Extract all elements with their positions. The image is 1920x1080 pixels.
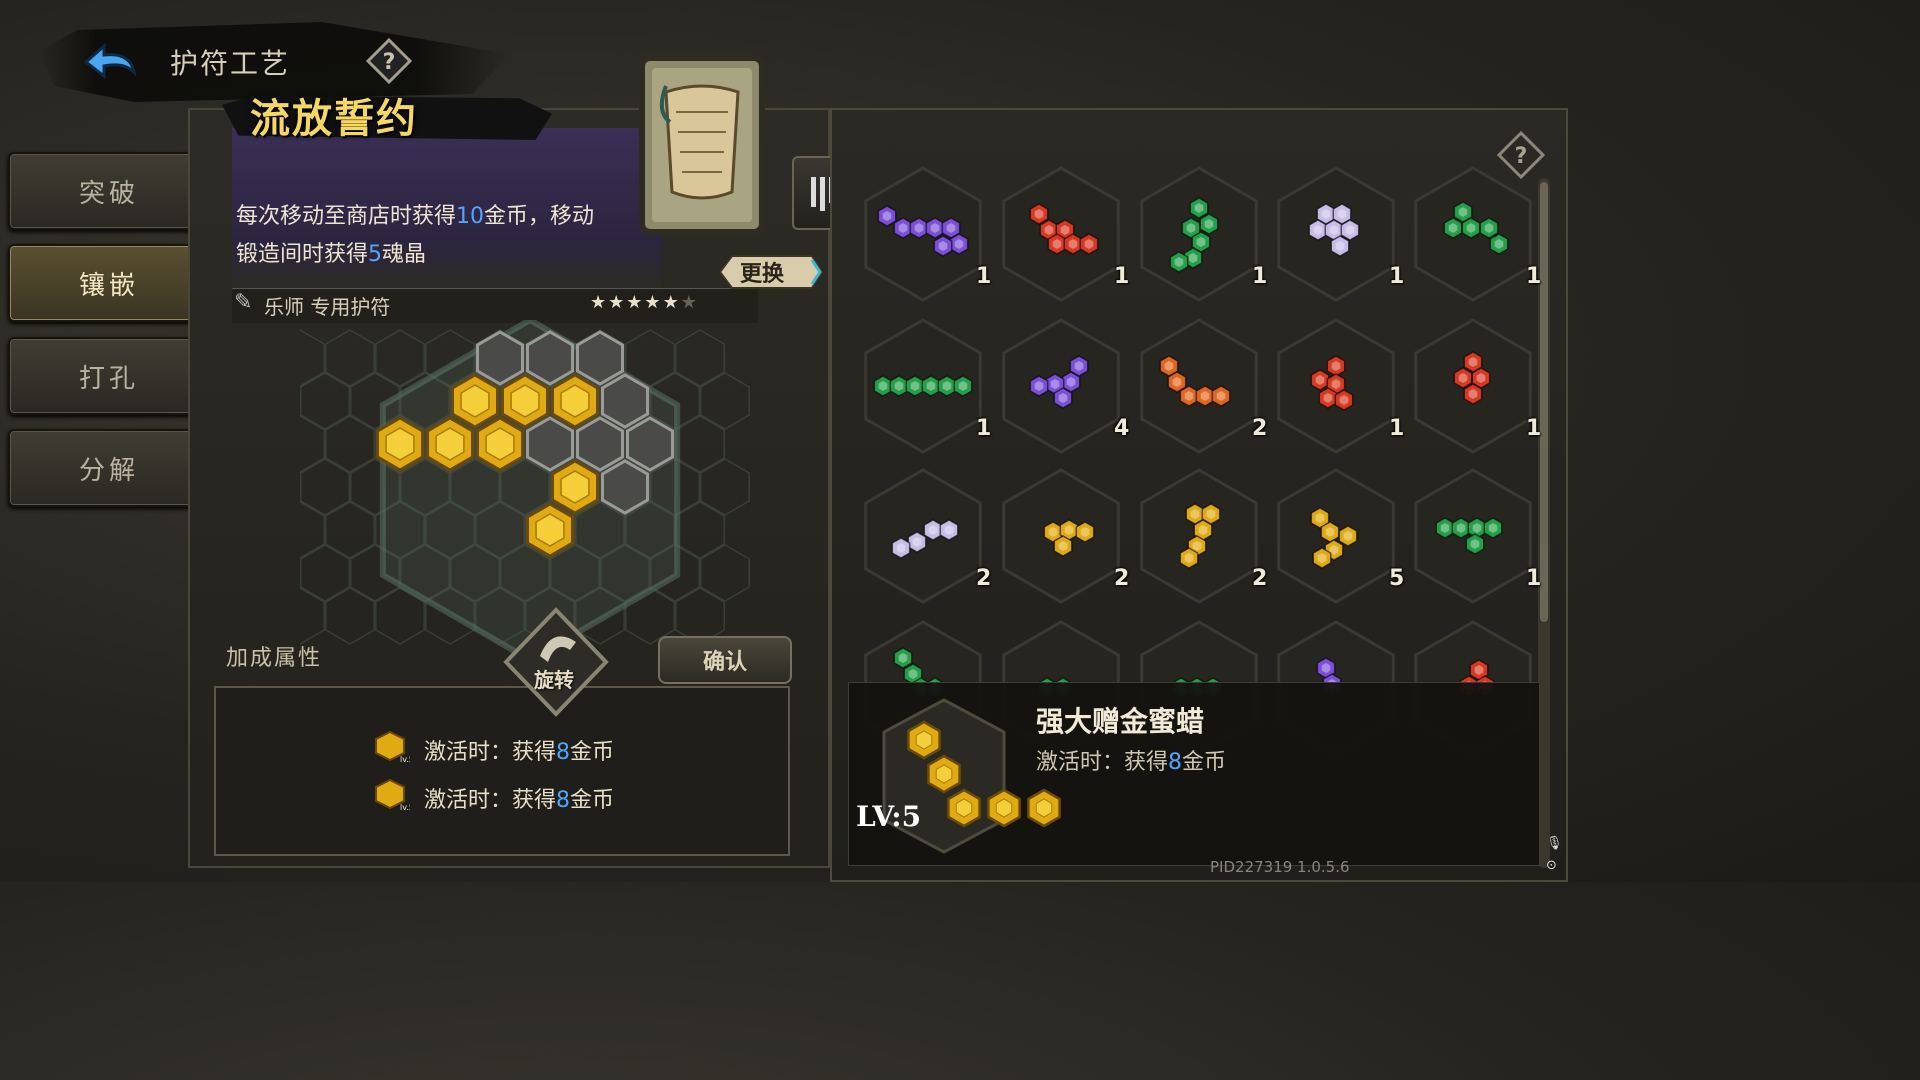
gem-slot[interactable]: 2: [996, 462, 1130, 610]
location-icon[interactable]: ⊙: [1546, 858, 1562, 876]
tooltip-gold-gem-core: [915, 730, 933, 750]
board-empty-slot: [576, 330, 624, 386]
tooltip-gem-desc: 激活时：获得8金币: [1036, 750, 1227, 775]
board-gold-gem-core: [510, 384, 540, 418]
gem-count: 1: [1389, 416, 1405, 441]
bonus-title: 加成属性: [226, 646, 323, 671]
gold-gem-icon: lv.5: [375, 730, 414, 764]
board-gold-gem-core: [435, 427, 465, 461]
board-empty-slot: [476, 330, 524, 386]
gem-count: 1: [1389, 264, 1405, 289]
microphone-icon[interactable]: 🎙: [1546, 836, 1563, 854]
star-icon: ★: [626, 292, 645, 313]
rotate-label: 旋转: [534, 668, 574, 692]
confirm-button[interactable]: 确认: [658, 636, 792, 684]
gem-count: 1: [1526, 264, 1542, 289]
star-icon: ★: [608, 292, 627, 313]
tooltip-gem-name: 强大赠金蜜蜡: [1036, 705, 1205, 738]
gem-slot[interactable]: 1: [1408, 160, 1542, 308]
gem-count: 1: [1526, 416, 1542, 441]
gem-count: 1: [976, 416, 992, 441]
side-tab-inlay[interactable]: 镶嵌: [8, 244, 210, 322]
gem-count: 1: [976, 264, 992, 289]
board-gold-gem-core: [535, 513, 565, 547]
build-id: PID227319 1.0.5.6: [1210, 858, 1350, 876]
gem-count: 2: [976, 566, 992, 591]
star-icon: ★: [680, 292, 699, 313]
back-button[interactable]: [78, 38, 142, 90]
side-tab-breakthrough[interactable]: 突破: [8, 152, 210, 230]
gem-slot[interactable]: 1: [1271, 160, 1405, 308]
gem-slot[interactable]: 2: [858, 462, 992, 610]
star-icon: ★: [644, 292, 663, 313]
rotate-icon: [503, 607, 609, 717]
tooltip-gold-gem-core: [1035, 798, 1053, 818]
gem-count: 2: [1114, 566, 1130, 591]
gem-slot[interactable]: 5: [1271, 462, 1405, 610]
swap-label: 更换: [740, 262, 785, 287]
gem-slot-frame: [1140, 318, 1258, 454]
back-arrow-icon: [83, 42, 137, 80]
tooltip-gold-gem-core: [955, 798, 973, 818]
side-tab-punch[interactable]: 打孔: [8, 337, 210, 415]
amulet-class: 乐师 专用护符: [264, 295, 391, 319]
gem-slot[interactable]: 1: [1271, 312, 1405, 460]
amulet-scroll-art: [636, 52, 768, 238]
gem-count: 2: [1252, 416, 1268, 441]
tooltip-gold-gem-core: [935, 764, 953, 784]
gem-count: 1: [1252, 264, 1268, 289]
star-icon: ★: [590, 292, 609, 313]
help-button[interactable]: ?: [365, 37, 413, 85]
svg-text:?: ?: [383, 50, 396, 75]
board-empty-slot: [576, 416, 624, 472]
board-slot: [275, 415, 325, 473]
board-gold-gem-core: [385, 427, 415, 461]
quill-icon: ✎: [234, 290, 253, 315]
rotate-button[interactable]: [500, 606, 612, 718]
bonus-line-1: 激活时：获得8金币: [424, 740, 615, 765]
amulet-description: 每次移动至商店时获得10金币，移动 锻造间时获得5魂晶: [236, 204, 595, 267]
board-empty-slot: [526, 416, 574, 472]
inventory-scroll-thumb[interactable]: [1540, 182, 1548, 622]
gem-count: 1: [1114, 264, 1130, 289]
gem-count: 5: [1389, 566, 1405, 591]
board-empty-slot: [601, 459, 649, 515]
gem-slot[interactable]: 2: [1134, 462, 1268, 610]
board-gold-gem-core: [560, 470, 590, 504]
question-icon: ?: [365, 37, 413, 85]
gem-slot[interactable]: 2: [1134, 312, 1268, 460]
board-empty-slot: [601, 373, 649, 429]
board-slot: [275, 501, 325, 559]
amulet-stars: ★★★★★★: [590, 292, 699, 313]
board-slot: [275, 587, 325, 645]
star-icon: ★: [662, 292, 681, 313]
board-empty-slot: [526, 330, 574, 386]
gem-count: 2: [1252, 566, 1268, 591]
gem-count: 4: [1114, 416, 1130, 441]
svg-text:lv.5: lv.5: [400, 803, 410, 812]
bonus-row-2: lv.5: [374, 778, 414, 816]
gem-slot[interactable]: 1: [1134, 160, 1268, 308]
side-tab-decompose[interactable]: 分解: [8, 429, 210, 507]
gem-slot[interactable]: 1: [858, 312, 992, 460]
board-gold-gem-core: [485, 427, 515, 461]
gem-count: 1: [1526, 566, 1542, 591]
bonus-row-1: lv.5: [374, 730, 414, 768]
board-gold-gem-core: [460, 384, 490, 418]
svg-text:lv.5: lv.5: [400, 755, 410, 764]
gem-slot[interactable]: 1: [996, 160, 1130, 308]
board-slot: [275, 329, 325, 387]
tooltip-level: LV:5: [856, 800, 922, 833]
gem-slot[interactable]: 4: [996, 312, 1130, 460]
tooltip-gold-gem-core: [995, 798, 1013, 818]
gold-gem-icon: lv.5: [375, 778, 414, 812]
gem-slot[interactable]: 1: [858, 160, 992, 308]
amulet-name: 流放誓约: [250, 96, 418, 142]
gem-slot[interactable]: 1: [1408, 312, 1542, 460]
board-gold-gem-core: [560, 384, 590, 418]
gem-slot[interactable]: 1: [1408, 462, 1542, 610]
bonus-line-2: 激活时：获得8金币: [424, 788, 615, 813]
page-title: 护符工艺: [170, 47, 291, 80]
board-empty-slot: [626, 416, 674, 472]
